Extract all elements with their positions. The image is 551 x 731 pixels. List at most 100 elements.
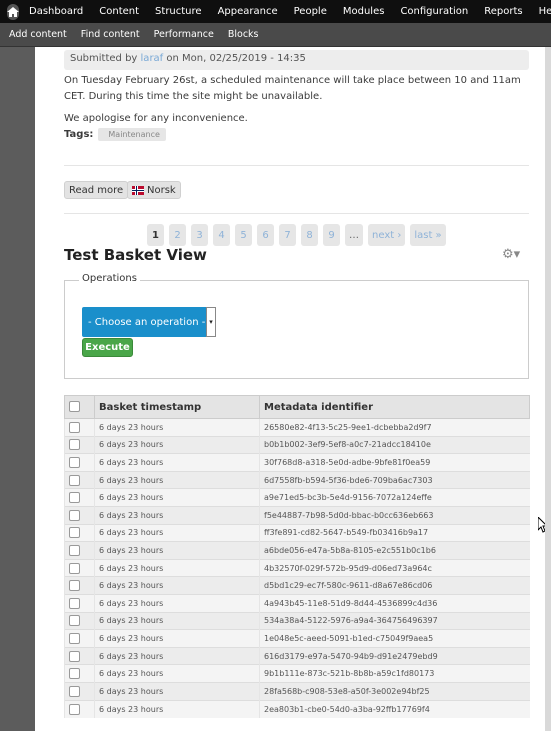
basket-timestamp-cell: 6 days 23 hours: [94, 470, 260, 489]
basket-timestamp-cell: 6 days 23 hours: [94, 541, 260, 560]
metadata-identifier-cell: d5bd1c29-ec7f-580c-9611-d8a67e86cd06: [259, 576, 530, 595]
operations-legend: Operations: [79, 273, 140, 284]
menu-item-configuration[interactable]: Configuration: [392, 6, 476, 17]
row-select-cell: [64, 505, 95, 525]
row-checkbox[interactable]: [69, 474, 80, 486]
language-link-norsk[interactable]: Norsk: [127, 181, 181, 199]
admin-menu: Dashboard Content Structure Appearance P…: [21, 6, 551, 17]
pager-current-page: 1: [147, 224, 164, 246]
menu-item-modules[interactable]: Modules: [335, 6, 393, 17]
shortcut-blocks[interactable]: Blocks: [221, 29, 266, 40]
pager-page-link[interactable]: 4: [213, 224, 230, 246]
row-checkbox[interactable]: [69, 527, 80, 539]
select-all-header: [64, 395, 95, 419]
row-select-cell: [64, 558, 95, 577]
row-checkbox[interactable]: [69, 562, 80, 574]
basket-timestamp-cell: 6 days 23 hours: [94, 611, 260, 630]
view-title: Test Basket View: [64, 246, 207, 264]
metadata-identifier-cell: b0b1b002-3ef9-5ef8-a0c7-21adcc18410e: [259, 435, 530, 454]
metadata-identifier-cell: 4b32570f-029f-572b-95d9-d06ed73a964c: [259, 558, 530, 577]
row-checkbox[interactable]: [69, 421, 80, 433]
submitted-info: Submitted by laraf on Mon, 02/25/2019 - …: [64, 50, 529, 70]
gear-icon[interactable]: ⚙▾: [502, 247, 520, 262]
row-select-cell: [64, 470, 95, 489]
basket-timestamp-cell: 6 days 23 hours: [94, 505, 260, 525]
table-row: 6 days 23 hours 4b32570f-029f-572b-95d9-d…: [64, 558, 530, 577]
row-checkbox[interactable]: [69, 632, 80, 644]
menu-item-people[interactable]: People: [286, 6, 335, 17]
menu-item-help[interactable]: Help: [531, 6, 551, 17]
metadata-identifier-cell: f5e44887-7b98-5d0d-bbac-b0cc636eb663: [259, 505, 530, 525]
row-checkbox[interactable]: [69, 703, 80, 715]
row-checkbox[interactable]: [69, 685, 80, 697]
divider: [64, 213, 529, 214]
table-row: 6 days 23 hours 30f768d8-a318-5e0d-adbe-9…: [64, 453, 530, 472]
select-all-checkbox[interactable]: [69, 401, 80, 413]
row-checkbox[interactable]: [69, 492, 80, 504]
table-row: 6 days 23 hours d5bd1c29-ec7f-580c-9611-d…: [64, 576, 530, 595]
language-label: Norsk: [147, 184, 176, 196]
table-row: 6 days 23 hours 534a38a4-5122-5976-a9a4-3…: [64, 611, 530, 630]
row-checkbox[interactable]: [69, 509, 80, 521]
body-paragraph: On Tuesday February 26st, a scheduled ma…: [64, 75, 521, 102]
row-checkbox[interactable]: [69, 615, 80, 627]
metadata-identifier-cell: a6bde056-e47a-5b8a-8105-e2c551b0c1b6: [259, 541, 530, 560]
table-row: 6 days 23 hours 2ea803b1-cbe0-54d0-a3ba-9…: [64, 699, 530, 718]
row-checkbox[interactable]: [69, 597, 80, 609]
menu-item-structure[interactable]: Structure: [147, 6, 210, 17]
page-content: Submitted by laraf on Mon, 02/25/2019 - …: [35, 47, 545, 731]
pager-last-link[interactable]: last »: [410, 224, 446, 246]
menu-item-reports[interactable]: Reports: [476, 6, 530, 17]
basket-timestamp-cell: 6 days 23 hours: [94, 664, 260, 683]
table-row: 6 days 23 hours 26580e82-4f13-5c25-9ee1-d…: [64, 418, 530, 437]
admin-toolbar: Dashboard Content Structure Appearance P…: [0, 0, 551, 23]
basket-timestamp-cell: 6 days 23 hours: [94, 523, 260, 542]
pager-page-link[interactable]: 8: [301, 224, 318, 246]
row-checkbox[interactable]: [69, 456, 80, 468]
basket-timestamp-cell: 6 days 23 hours: [94, 576, 260, 595]
row-select-cell: [64, 541, 95, 560]
row-checkbox[interactable]: [69, 668, 80, 680]
pager-page-link[interactable]: 5: [235, 224, 252, 246]
row-checkbox[interactable]: [69, 544, 80, 556]
shortcut-performance[interactable]: Performance: [147, 29, 221, 40]
body-paragraph: We apologise for any inconvenience.: [64, 113, 248, 124]
table-row: 6 days 23 hours f5e44887-7b98-5d0d-bbac-b…: [64, 505, 530, 525]
metadata-identifier-cell: ff3fe891-cd82-5647-b549-fb03416b9a17: [259, 523, 530, 542]
column-header[interactable]: Metadata identifier: [259, 395, 530, 419]
tags-label: Tags:: [64, 129, 94, 140]
shortcut-add-content[interactable]: Add content: [0, 29, 74, 40]
row-select-cell: [64, 646, 95, 665]
menu-item-appearance[interactable]: Appearance: [210, 6, 286, 17]
row-checkbox[interactable]: [69, 650, 80, 662]
row-select-cell: [64, 611, 95, 630]
pager-page-link[interactable]: 2: [169, 224, 186, 246]
menu-item-content[interactable]: Content: [91, 6, 147, 17]
submitted-date: on Mon, 02/25/2019 - 14:35: [166, 53, 306, 64]
row-select-cell: [64, 418, 95, 437]
shortcut-find-content[interactable]: Find content: [74, 29, 147, 40]
author-link[interactable]: laraf: [141, 53, 164, 64]
metadata-identifier-cell: 2ea803b1-cbe0-54d0-a3ba-92ffb17769f4: [259, 699, 530, 718]
pager-page-link[interactable]: 6: [257, 224, 274, 246]
row-select-cell: [64, 664, 95, 683]
pager-page-link[interactable]: 7: [279, 224, 296, 246]
pager-page-link[interactable]: 3: [191, 224, 208, 246]
pager-page-link[interactable]: 9: [323, 224, 340, 246]
row-checkbox[interactable]: [69, 439, 80, 451]
operation-select[interactable]: - Choose an operation -: [82, 307, 216, 337]
execute-button[interactable]: Execute: [82, 338, 133, 357]
home-icon[interactable]: [7, 3, 19, 20]
column-header[interactable]: Basket timestamp: [94, 395, 260, 419]
metadata-identifier-cell: 4a943b45-11e8-51d9-8d44-4536899c4d36: [259, 593, 530, 613]
chevron-down-icon[interactable]: ▾: [206, 307, 216, 337]
row-checkbox[interactable]: [69, 580, 80, 592]
tag-link[interactable]: Maintenance: [98, 128, 166, 141]
row-select-cell: [64, 681, 95, 700]
basket-table: Basket timestamp Metadata identifier 6 d…: [64, 395, 530, 718]
pager-next-link[interactable]: next ›: [368, 224, 406, 246]
read-more-link[interactable]: Read more: [64, 181, 129, 199]
row-select-cell: [64, 593, 95, 613]
basket-timestamp-cell: 6 days 23 hours: [94, 646, 260, 665]
menu-item-dashboard[interactable]: Dashboard: [21, 6, 91, 17]
